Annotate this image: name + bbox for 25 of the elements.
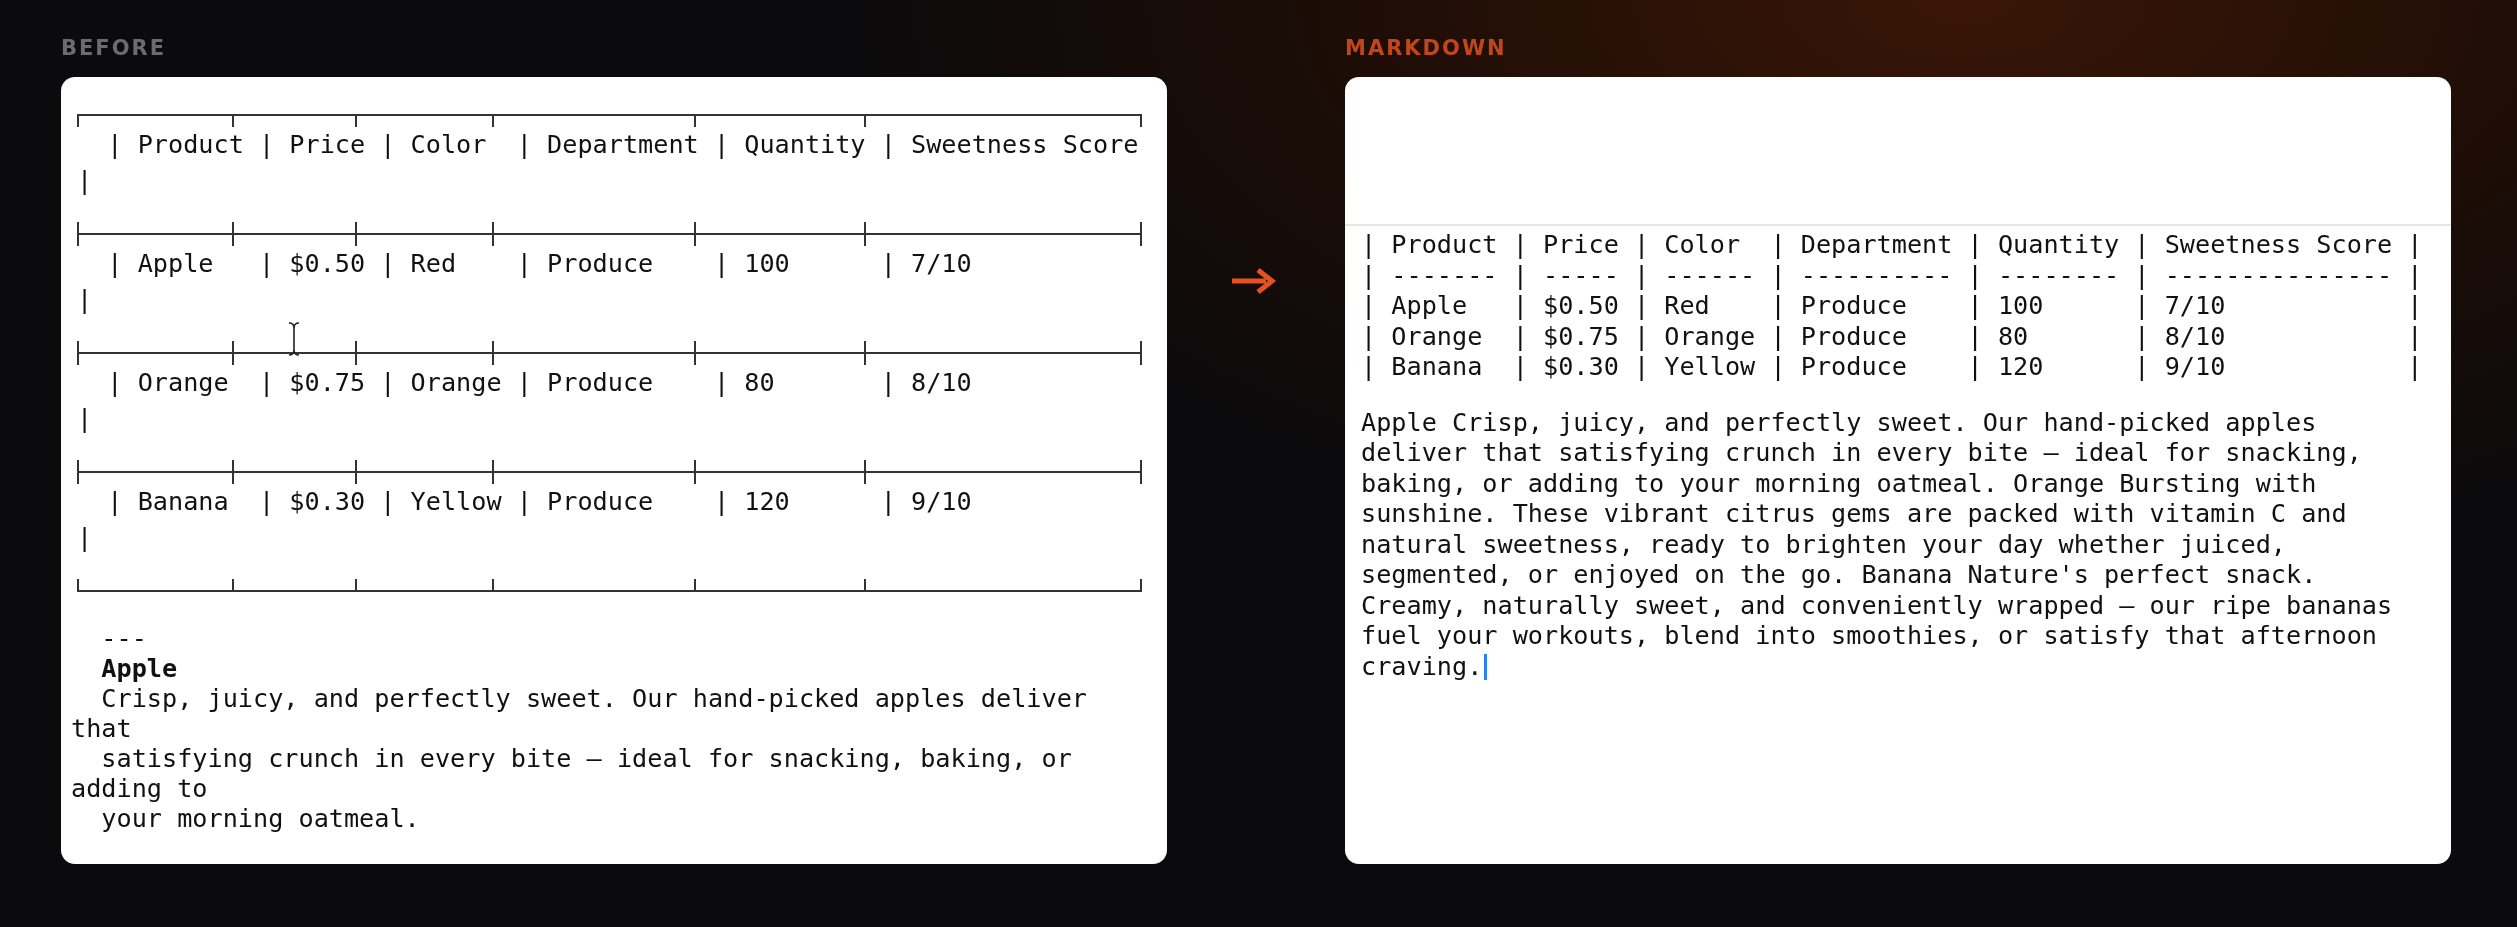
markdown-table-line: | Product | Price | Color | Department | Quantity | Sweetness Score | bbox=[1361, 230, 2424, 261]
table-row-text: | Orange | $0.75 | Orange | Produce | 80 | 8/10 bbox=[106, 368, 973, 398]
markdown-table-line: | Apple | $0.50 | Red | Produce | 100 | 7/10 | bbox=[1361, 291, 2424, 322]
text-line: adding to bbox=[71, 774, 209, 804]
table-pipe: | bbox=[77, 404, 93, 434]
table-row-text: | Banana | $0.30 | Yellow | Produce | 120 | 9/10 bbox=[106, 487, 973, 517]
markdown-table-line: | Banana | $0.30 | Yellow | Produce | 120 | 9/10 | bbox=[1361, 352, 2424, 383]
text-line: satisfying crunch in every bite — ideal for snacking, baking, or bbox=[100, 744, 1073, 774]
markdown-table-line: | ------- | ----- | ------ | ---------- | -------- | --------------- | bbox=[1361, 260, 2424, 291]
text-caret-icon bbox=[1484, 653, 1488, 680]
table-row-text: | Apple | $0.50 | Red | Produce | 100 | 7/10 bbox=[106, 249, 973, 279]
text-line: that bbox=[71, 714, 133, 744]
markdown-table-line: | Orange | $0.75 | Orange | Produce | 80 | 8/10 | bbox=[1361, 321, 2424, 352]
text-line: your morning oatmeal. bbox=[100, 804, 421, 834]
panel-label: MARKDOWN bbox=[1345, 36, 1508, 62]
text-line: Crisp, juicy, and perfectly sweet. Our hand-picked apples deliver bbox=[100, 684, 1088, 714]
table-pipe: | bbox=[77, 166, 93, 196]
table-pipe: | bbox=[77, 523, 93, 553]
text-line: --- bbox=[100, 624, 148, 654]
table-row-text: | Product | Price | Color | Department | Quantity | Sweetness Score bbox=[106, 130, 1140, 160]
text-line: Apple bbox=[100, 654, 179, 684]
panel-label: BEFORE bbox=[61, 36, 168, 62]
table-pipe: | bbox=[77, 285, 93, 315]
paragraph-text: Apple Crisp, juicy, and perfectly sweet. Our hand-picked apples deliver that satisfying crunch in every bite — ideal for snacking, baking, or adding to your morning oatmeal. Orange Bursting with sunshine. These vibrant citrus gems are packed with vitamin C and natural sweetness, ready to brighten your day whether juiced, segmented, or enjoyed on the go. Banana Nature's perfect snack. Creamy, naturally sweet, and conveniently wrapped — our ripe bananas fuel your workouts, blend into smoothies, or satisfy that afternoon craving. bbox=[1361, 407, 2394, 682]
text-cursor-icon bbox=[287, 322, 301, 356]
